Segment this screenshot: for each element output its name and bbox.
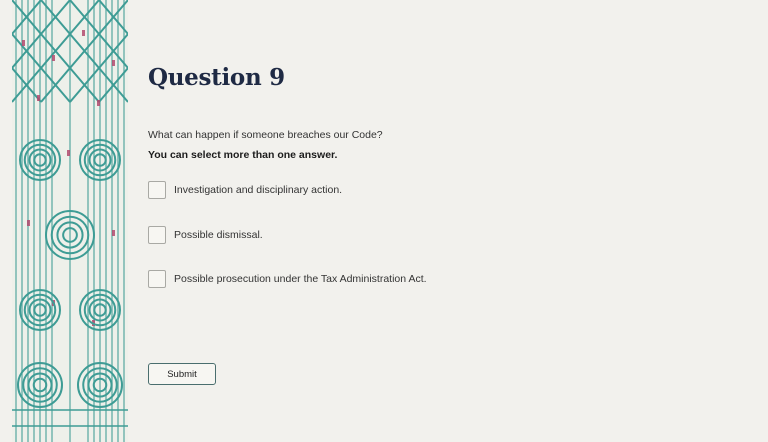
answer-checkbox-1[interactable] xyxy=(148,181,166,199)
answer-label-1: Investigation and disciplinary action. xyxy=(174,184,343,196)
answer-option-2[interactable]: Possible dismissal. xyxy=(148,226,263,244)
answer-option-3[interactable]: Possible prosecution under the Tax Admin… xyxy=(148,270,427,288)
answer-label-2: Possible dismissal. xyxy=(174,229,263,241)
question-area: Question 9 What can happen if someone br… xyxy=(148,0,748,442)
question-text: What can happen if someone breaches our … xyxy=(148,129,383,141)
answer-checkbox-3[interactable] xyxy=(148,270,166,288)
answer-checkbox-2[interactable] xyxy=(148,226,166,244)
decorative-pattern-panel xyxy=(12,0,128,442)
question-title: Question 9 xyxy=(148,64,285,91)
answer-option-1[interactable]: Investigation and disciplinary action. xyxy=(148,181,342,199)
question-hint: You can select more than one answer. xyxy=(148,149,338,161)
quiz-page: Question 9 What can happen if someone br… xyxy=(0,0,768,442)
answer-label-3: Possible prosecution under the Tax Admin… xyxy=(174,273,427,285)
kowhaiwhai-pattern-image xyxy=(12,0,128,442)
submit-button[interactable]: Submit xyxy=(148,363,216,385)
